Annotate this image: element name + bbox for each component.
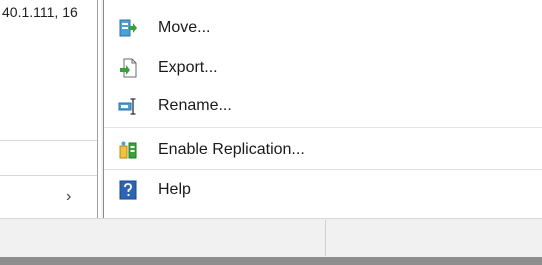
- row-divider: [0, 140, 97, 141]
- menu-item-export[interactable]: Export...: [104, 50, 542, 86]
- pane-splitter[interactable]: [97, 0, 101, 218]
- replication-icon: [119, 141, 137, 159]
- menu-item-help[interactable]: Help: [104, 172, 542, 208]
- bottom-border: [0, 257, 542, 265]
- menu-item-move[interactable]: Move...: [104, 10, 542, 46]
- row-divider: [0, 175, 97, 176]
- menu-item-label: Help: [158, 181, 191, 198]
- export-icon: [120, 58, 137, 78]
- menu-item-enable-replication[interactable]: Enable Replication...: [104, 132, 542, 168]
- move-icon: [119, 19, 137, 37]
- menu-separator: [104, 169, 542, 170]
- status-bar-divider: [325, 220, 326, 256]
- rename-icon: [118, 98, 136, 115]
- menu-separator: [104, 127, 542, 128]
- menu-item-label: Export...: [158, 59, 218, 76]
- menu-item-label: Rename...: [158, 97, 232, 114]
- menu-item-label: Enable Replication...: [158, 141, 305, 158]
- scroll-right-chevron-icon[interactable]: ›: [66, 188, 71, 206]
- help-icon: [119, 180, 137, 200]
- menu-item-rename[interactable]: Rename...: [104, 88, 542, 124]
- status-bar: [0, 218, 542, 258]
- menu-item-label: Move...: [158, 19, 211, 36]
- list-item-text[interactable]: 40.1.111, 16: [2, 4, 97, 20]
- left-pane: 40.1.111, 16 ›: [0, 0, 97, 218]
- context-menu: Move... Export... Rename... Enable Repli…: [103, 0, 542, 218]
